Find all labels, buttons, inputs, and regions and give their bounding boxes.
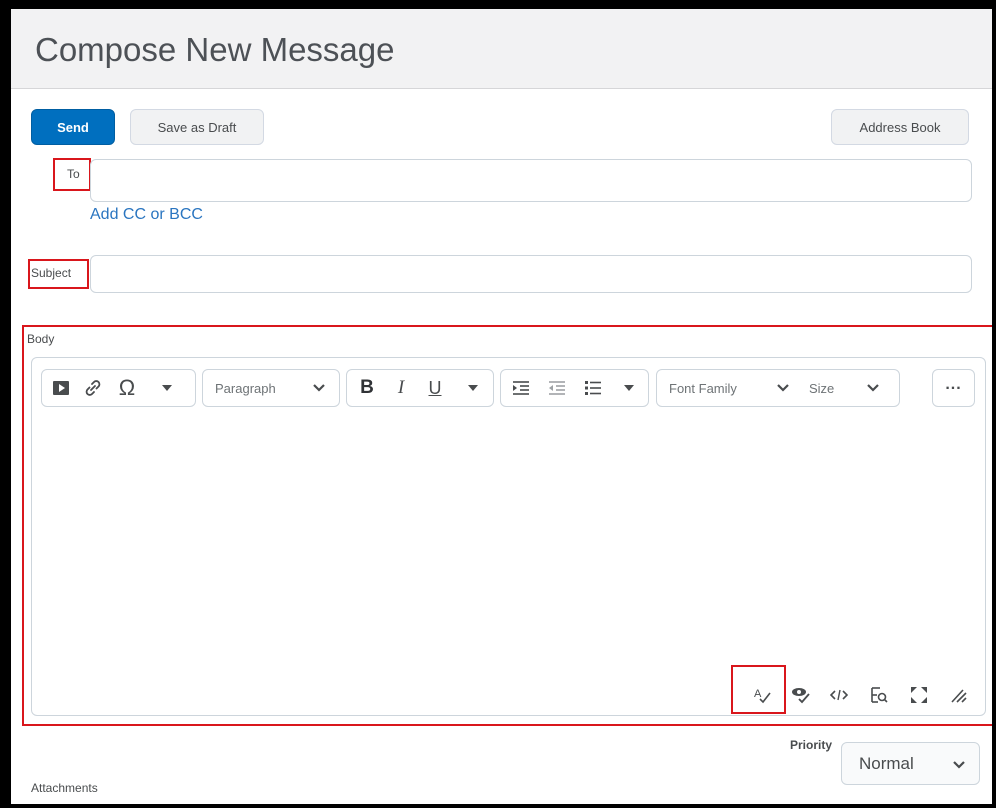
priority-select[interactable]: Normal [841, 742, 980, 785]
chevron-down-icon [307, 370, 331, 406]
chevron-down-icon [946, 747, 972, 783]
insert-media-icon[interactable] [48, 370, 74, 406]
send-button[interactable]: Send [31, 109, 115, 145]
special-character-icon[interactable]: Ω [112, 370, 142, 406]
add-cc-bcc-link[interactable]: Add CC or BCC [90, 206, 203, 224]
underline-icon[interactable]: U [421, 370, 449, 406]
subject-input[interactable] [90, 255, 972, 293]
ellipsis-icon: ... [945, 376, 962, 393]
font-family-value[interactable]: Font Family [669, 381, 737, 396]
list-icon[interactable] [579, 370, 607, 406]
paragraph-more-caret[interactable] [617, 370, 641, 406]
screenshot-frame: Compose New Message Send Save as Draft A… [0, 0, 996, 808]
toolbar-paragraph-group [500, 369, 649, 407]
address-book-button[interactable]: Address Book [831, 109, 969, 145]
font-size-chevron-icon[interactable] [861, 370, 885, 406]
block-format-select[interactable]: Paragraph [202, 369, 340, 407]
preview-icon[interactable] [866, 684, 892, 706]
bold-icon[interactable]: B [353, 370, 381, 406]
accessibility-check-icon[interactable] [788, 684, 814, 706]
more-actions-button[interactable]: ... [932, 369, 975, 407]
block-format-value: Paragraph [215, 381, 276, 396]
source-code-icon[interactable] [826, 684, 852, 706]
resize-handle-icon[interactable] [946, 684, 972, 706]
fullscreen-icon[interactable] [906, 684, 932, 706]
toolbar-style-group: B I U [346, 369, 494, 407]
style-more-caret[interactable] [461, 370, 485, 406]
italic-icon[interactable]: I [387, 370, 415, 406]
insert-more-caret[interactable] [154, 370, 180, 406]
font-size-value[interactable]: Size [809, 381, 834, 396]
toolbar-insert-group: Ω [41, 369, 196, 407]
to-input[interactable] [90, 159, 972, 202]
subject-label: Subject [31, 266, 72, 280]
page-title: Compose New Message [35, 31, 395, 68]
save-draft-button[interactable]: Save as Draft [130, 109, 264, 145]
priority-value: Normal [859, 754, 914, 773]
page-header: Compose New Message [11, 9, 992, 89]
priority-label: Priority [790, 738, 833, 752]
outdent-icon[interactable] [543, 370, 571, 406]
attachments-label: Attachments [31, 781, 98, 795]
font-family-chevron-icon[interactable] [771, 370, 795, 406]
body-label: Body [27, 332, 55, 346]
insert-link-icon[interactable] [80, 370, 106, 406]
editor-content-area[interactable] [42, 416, 972, 676]
compose-page: Compose New Message Send Save as Draft A… [11, 9, 992, 804]
to-label: To [67, 167, 80, 181]
indent-icon[interactable] [507, 370, 535, 406]
rich-text-editor[interactable]: Ω Paragraph B I U Font Family Size ... A [31, 357, 986, 716]
spellcheck-highlight [731, 665, 786, 714]
font-family-size-group: Font Family Size [656, 369, 900, 407]
